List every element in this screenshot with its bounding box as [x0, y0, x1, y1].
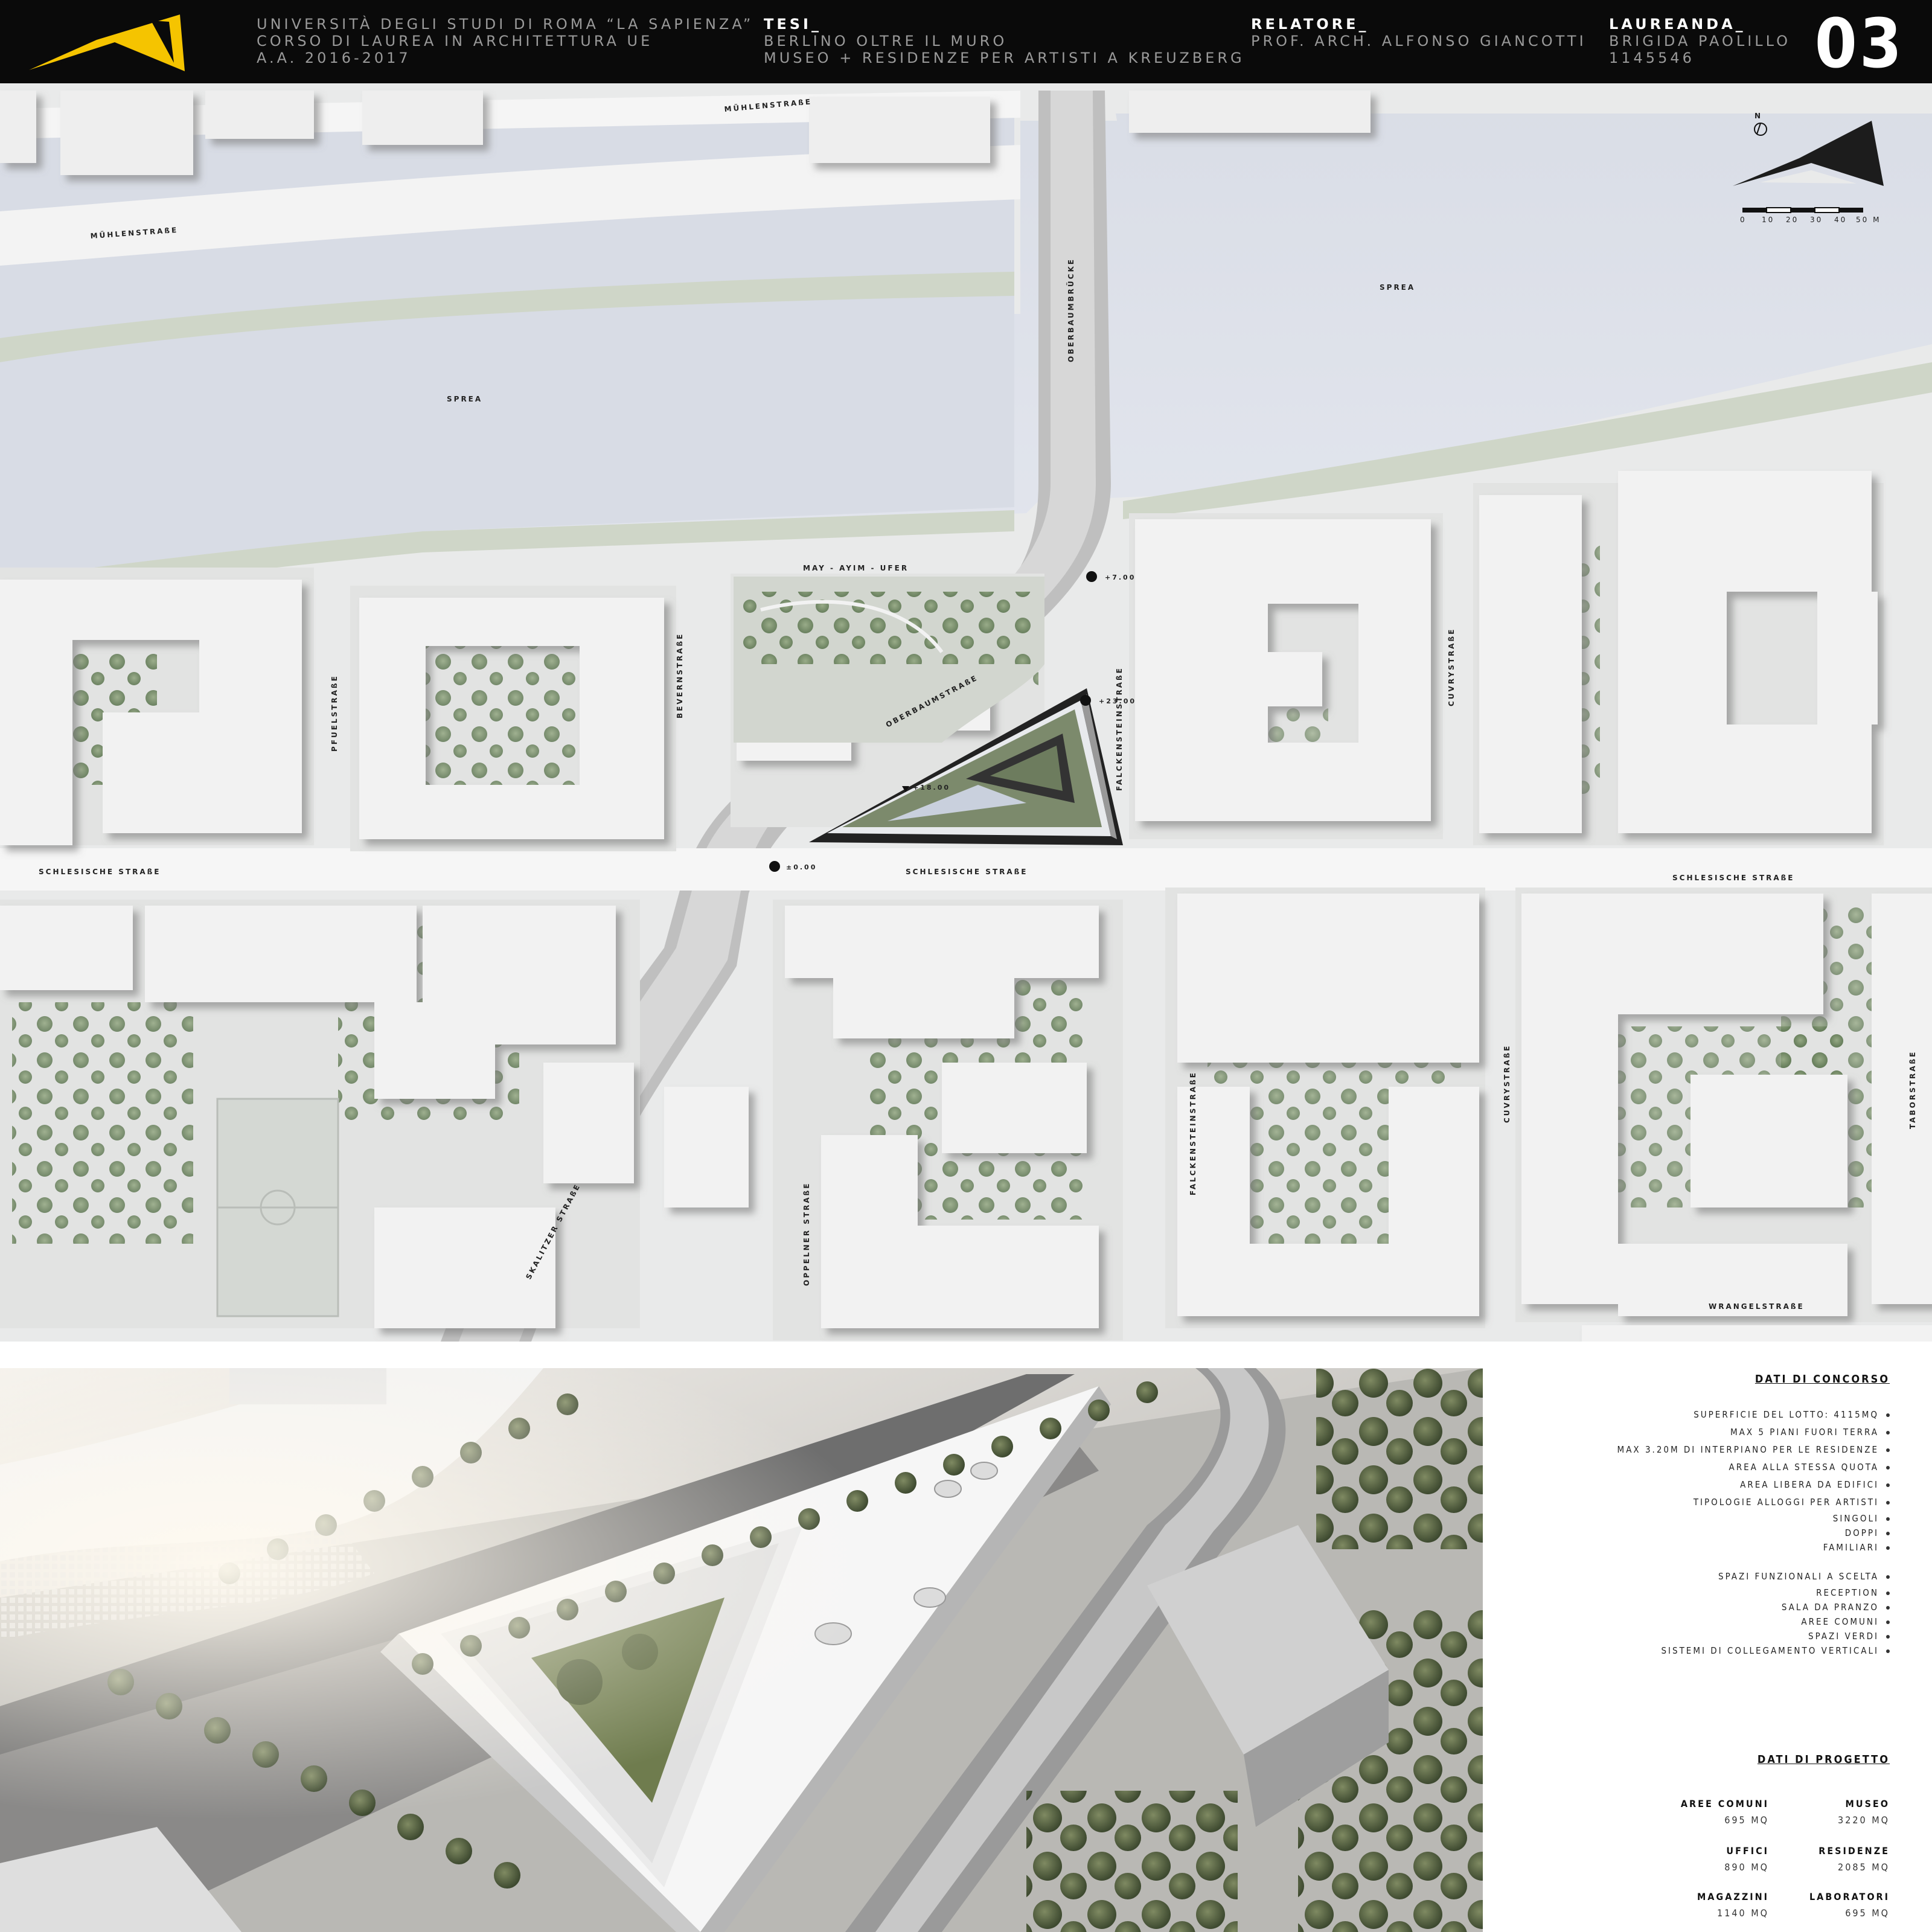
level-000: ±0.00: [786, 863, 817, 871]
concorso-item: MAX 3.20M DI INTERPIANO PER LE RESIDENZE: [1617, 1441, 1890, 1459]
label-wrangelstrasse: WRANGELSTRAßE: [1709, 1302, 1805, 1311]
student-id: 1145546: [1609, 50, 1695, 66]
level-700: +7.00: [1105, 574, 1136, 581]
concorso-item: SUPERFICIE DEL LOTTO: 4115MQ: [1617, 1406, 1890, 1424]
alloggi-subitem: DOPPI: [1617, 1526, 1890, 1540]
student-info: LAUREANDA_ BRIGIDA PAOLILLO 1145546: [1609, 16, 1791, 66]
spazi-title: SPAZI FUNZIONALI A SCELTA: [1617, 1568, 1890, 1585]
site-plan: N 0 10 20 30 40 50 M MÜHLENSTRAßE MÜHLEN…: [0, 83, 1932, 1342]
supervisor-info: RELATORE_ PROF. ARCH. ALFONSO GIANCOTTI: [1251, 16, 1587, 50]
course-name: CORSO DI LAUREA IN ARCHITETTURA UE: [257, 33, 653, 50]
academic-year: A.A. 2016-2017: [257, 50, 411, 66]
concorso-item: AREA ALLA STESSA QUOTA: [1617, 1459, 1890, 1476]
label-cuvrystrasse-top: CUVRYSTRAßE: [1447, 628, 1456, 706]
stat-residenze: RESIDENZE 2085 MQ: [1818, 1845, 1890, 1873]
spazi-subitem: SISTEMI DI COLLEGAMENTO VERTICALI: [1617, 1643, 1890, 1658]
scale-tick-50: 50 M: [1856, 216, 1881, 224]
label-falckensteinstrasse-bottom: FALCKENSTEINSTRAßE: [1189, 1071, 1197, 1195]
stat-magazzini: MAGAZZINI 1140 MQ: [1697, 1891, 1769, 1919]
label-oberbaumbruecke: OBERBAUMBRÜCKE: [1066, 258, 1075, 362]
scale-tick-0: 0: [1740, 216, 1747, 224]
stat-museo: MUSEO 3220 MQ: [1838, 1798, 1890, 1826]
label-bevernstrasse: BEVERNSTRAßE: [676, 633, 684, 718]
project-data-panel: DATI DI CONCORSO SUPERFICIE DEL LOTTO: 4…: [1491, 1368, 1890, 1932]
thesis-subtitle: MUSEO + RESIDENZE PER ARTISTI A KREUZBER…: [764, 50, 1245, 66]
alloggi-subitem: SINGOLI: [1617, 1511, 1890, 1526]
supervisor-label: RELATORE_: [1251, 16, 1369, 33]
concorso-item: AREA LIBERA DA EDIFICI: [1617, 1476, 1890, 1494]
label-schlesische-right: SCHLESISCHE STRAßE: [1672, 874, 1795, 882]
university-name: UNIVERSITÀ DEGLI STUDI DI ROMA “LA SAPIE…: [257, 16, 754, 33]
label-schlesische-left: SCHLESISCHE STRAßE: [39, 868, 161, 876]
competition-data: DATI DI CONCORSO SUPERFICIE DEL LOTTO: 4…: [1617, 1373, 1890, 1658]
university-info: UNIVERSITÀ DEGLI STUDI DI ROMA “LA SAPIE…: [257, 16, 753, 66]
thesis-info: TESI_ BERLINO OLTRE IL MURO MUSEO + RESI…: [764, 16, 1245, 66]
label-may-ayim-ufer: MAY - AYIM - UFER: [803, 564, 909, 572]
scale-bar: 0 10 20 30 40 50 M: [1740, 207, 1881, 224]
stat-laboratori: LABORATORI 695 MQ: [1809, 1891, 1890, 1919]
level-2300: +23.00: [1099, 697, 1136, 705]
scale-tick-30: 30: [1810, 216, 1823, 224]
label-pfuelstrasse: PFUELSTRAßE: [330, 674, 339, 752]
label-falckensteinstrasse-top: FALCKENSTEINSTRAßE: [1115, 667, 1124, 791]
spazi-subitem: SALA DA PRANZO: [1617, 1600, 1890, 1614]
student-label: LAUREANDA_: [1609, 16, 1746, 33]
label-taborstrasse: TABORSTRAßE: [1908, 1051, 1917, 1129]
title-block: UNIVERSITÀ DEGLI STUDI DI ROMA “LA SAPIE…: [0, 0, 1932, 83]
level-1800: +18.00: [913, 784, 950, 792]
alloggi-subitem: FAMILIARI: [1617, 1540, 1890, 1555]
sheet-number: 03: [1814, 5, 1904, 83]
scale-tick-40: 40: [1834, 216, 1847, 224]
supervisor-name: PROF. ARCH. ALFONSO GIANCOTTI: [1251, 33, 1587, 50]
thesis-label: TESI_: [764, 16, 822, 33]
north-label: N: [1754, 112, 1762, 120]
studio-logo: [29, 14, 185, 71]
concorso-item: MAX 5 PIANI FUORI TERRA: [1617, 1424, 1890, 1441]
label-schlesische-mid: SCHLESISCHE STRAßE: [906, 868, 1028, 876]
project-data-title: DATI DI PROGETTO: [1757, 1753, 1890, 1766]
label-sprea-left: SPREA: [447, 395, 482, 403]
label-sprea-right: SPREA: [1380, 283, 1415, 292]
stat-uffici: UFFICI 890 MQ: [1724, 1845, 1769, 1873]
spazi-subitem: RECEPTION: [1617, 1585, 1890, 1600]
label-cuvrystrasse-bottom: CUVRYSTRAßE: [1503, 1044, 1511, 1123]
spazi-subitem: SPAZI VERDI: [1617, 1629, 1890, 1643]
aerial-render: [0, 1368, 1483, 1932]
spazi-subitem: AREE COMUNI: [1617, 1614, 1890, 1629]
thesis-title: BERLINO OLTRE IL MURO: [764, 33, 1008, 50]
scale-tick-10: 10: [1762, 216, 1774, 224]
concorso-item: TIPOLOGIE ALLOGGI PER ARTISTI: [1617, 1494, 1890, 1511]
label-oppelner: OPPELNER STRAßE: [802, 1182, 811, 1286]
competition-data-title: DATI DI CONCORSO: [1754, 1373, 1890, 1386]
student-name: BRIGIDA PAOLILLO: [1609, 33, 1791, 50]
scale-tick-20: 20: [1786, 216, 1799, 224]
stat-aree-comuni: AREE COMUNI 695 MQ: [1680, 1798, 1769, 1826]
